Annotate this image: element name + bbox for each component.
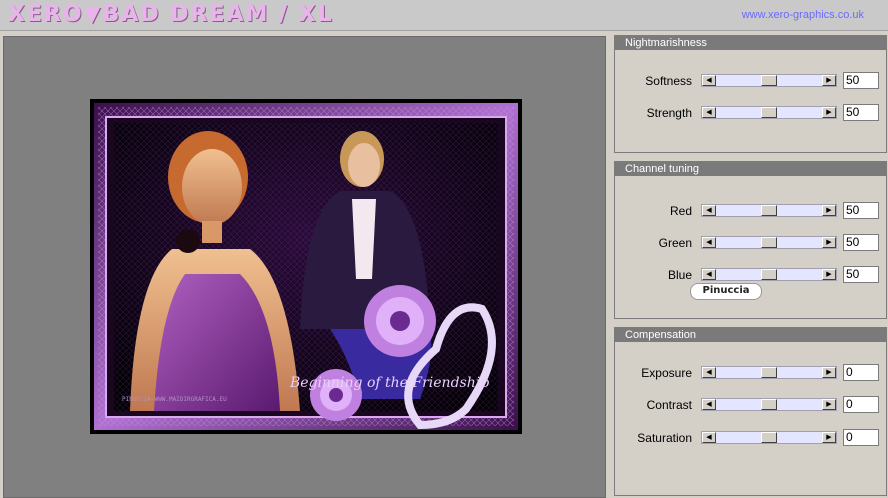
blue-label: Blue	[667, 268, 692, 282]
softness-slider[interactable]: ◀ ▶	[701, 74, 837, 87]
panel-nightmarishness: Nightmarishness Softness ◀ ▶ 50 Strength…	[614, 35, 887, 153]
red-slider[interactable]: ◀ ▶	[701, 204, 837, 217]
panel-title: Compensation	[615, 328, 886, 342]
website-link[interactable]: www.xero-graphics.co.uk	[742, 9, 864, 21]
softness-row: Softness ◀ ▶ 50	[615, 72, 886, 90]
strength-value-field[interactable]: 50	[843, 104, 879, 121]
red-row: Red ◀ ▶ 50	[615, 202, 886, 220]
green-slider[interactable]: ◀ ▶	[701, 236, 837, 249]
exposure-label: Exposure	[641, 366, 692, 380]
left-arrow-icon[interactable]: ◀	[702, 269, 716, 280]
slider-thumb[interactable]	[761, 237, 777, 248]
slider-thumb[interactable]	[761, 107, 777, 118]
exposure-row: Exposure ◀ ▶ 0	[615, 364, 886, 382]
exposure-slider[interactable]: ◀ ▶	[701, 366, 837, 379]
red-label: Red	[669, 204, 692, 218]
exposure-value-field[interactable]: 0	[843, 364, 879, 381]
right-arrow-icon[interactable]: ▶	[822, 237, 836, 248]
contrast-row: Contrast ◀ ▶ 0	[615, 396, 886, 414]
red-value-field[interactable]: 50	[843, 202, 879, 219]
saturation-slider[interactable]: ◀ ▶	[701, 431, 837, 444]
blue-row: Blue ◀ ▶ 50	[615, 266, 886, 284]
title-bar: XERO▼BAD DREAM / XL www.xero-graphics.co…	[0, 0, 888, 31]
green-label: Green	[658, 236, 692, 250]
slider-thumb[interactable]	[761, 205, 777, 216]
slider-thumb[interactable]	[761, 75, 777, 86]
softness-value-field[interactable]: 50	[843, 72, 879, 89]
right-arrow-icon[interactable]: ▶	[822, 399, 836, 410]
saturation-row: Saturation ◀ ▶ 0	[615, 429, 886, 447]
strength-slider[interactable]: ◀ ▶	[701, 106, 837, 119]
slider-thumb[interactable]	[761, 432, 777, 443]
preview-frame: Beginning of the Friendship PINUCCIA-WWW…	[0, 33, 608, 498]
green-value-field[interactable]: 50	[843, 234, 879, 251]
left-arrow-icon[interactable]: ◀	[702, 399, 716, 410]
strength-label: Strength	[646, 106, 692, 120]
left-arrow-icon[interactable]: ◀	[702, 237, 716, 248]
blue-value-field[interactable]: 50	[843, 266, 879, 283]
right-arrow-icon[interactable]: ▶	[822, 269, 836, 280]
panel-compensation: Compensation Exposure ◀ ▶ 0 Contrast ◀ ▶…	[614, 327, 887, 496]
contrast-slider[interactable]: ◀ ▶	[701, 398, 837, 411]
softness-label: Softness	[645, 74, 692, 88]
signature-text: Beginning of the Friendship	[289, 375, 489, 391]
blue-slider[interactable]: ◀ ▶	[701, 268, 837, 281]
slider-thumb[interactable]	[761, 399, 777, 410]
left-arrow-icon[interactable]: ◀	[702, 75, 716, 86]
preview-image: Beginning of the Friendship PINUCCIA-WWW…	[90, 99, 522, 434]
right-arrow-icon[interactable]: ▶	[822, 432, 836, 443]
slider-thumb[interactable]	[761, 269, 777, 280]
green-row: Green ◀ ▶ 50	[615, 234, 886, 252]
right-arrow-icon[interactable]: ▶	[822, 75, 836, 86]
strength-row: Strength ◀ ▶ 50	[615, 104, 886, 122]
app-title: XERO▼BAD DREAM / XL	[8, 2, 334, 27]
left-arrow-icon[interactable]: ◀	[702, 107, 716, 118]
right-arrow-icon[interactable]: ▶	[822, 367, 836, 378]
slider-thumb[interactable]	[761, 367, 777, 378]
contrast-label: Contrast	[646, 398, 692, 412]
panel-channel-tuning: Channel tuning Red ◀ ▶ 50 Green ◀ ▶ 50 B…	[614, 161, 887, 319]
right-arrow-icon[interactable]: ▶	[822, 205, 836, 216]
left-arrow-icon[interactable]: ◀	[702, 432, 716, 443]
left-arrow-icon[interactable]: ◀	[702, 205, 716, 216]
panel-title: Channel tuning	[615, 162, 886, 176]
saturation-value-field[interactable]: 0	[843, 429, 879, 446]
panel-title: Nightmarishness	[615, 36, 886, 50]
pinuccia-badge: Pinuccia	[690, 283, 762, 300]
watermark-text: PINUCCIA-WWW.MAIDIRGRAFICA.EU	[122, 396, 227, 403]
preview-area[interactable]: Beginning of the Friendship PINUCCIA-WWW…	[3, 36, 606, 498]
saturation-label: Saturation	[637, 431, 692, 445]
right-arrow-icon[interactable]: ▶	[822, 107, 836, 118]
contrast-value-field[interactable]: 0	[843, 396, 879, 413]
left-arrow-icon[interactable]: ◀	[702, 367, 716, 378]
